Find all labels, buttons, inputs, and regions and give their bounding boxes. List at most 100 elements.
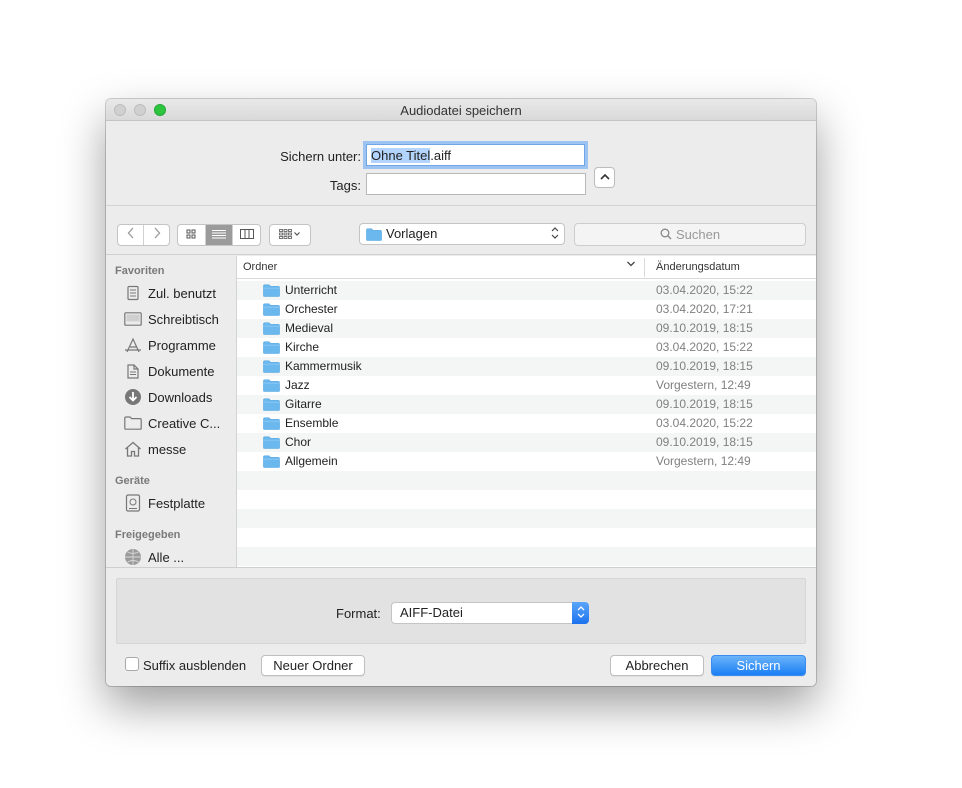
hide-suffix-label[interactable]: Suffix ausblenden xyxy=(143,658,246,673)
folder-date: 03.04.2020, 15:22 xyxy=(656,283,753,297)
location-label: Vorlagen xyxy=(386,226,438,241)
tags-label: Tags: xyxy=(329,178,361,193)
new-folder-button[interactable]: Neuer Ordner xyxy=(261,655,365,676)
sidebar-item-harddisk[interactable]: Festplatte xyxy=(123,492,205,514)
icon-view-button[interactable] xyxy=(178,225,206,245)
recents-icon xyxy=(123,284,143,302)
save-dialog: Audiodatei speichern Sichern unter: Ohne… xyxy=(106,99,816,686)
table-row[interactable]: Gitarre 09.10.2019, 18:15 xyxy=(237,395,816,414)
updown-chevron-icon xyxy=(572,602,589,624)
column-header-name[interactable]: Ordner xyxy=(243,261,277,273)
forward-button[interactable] xyxy=(144,225,169,245)
format-label: Format: xyxy=(336,606,381,621)
collapse-dialog-button[interactable] xyxy=(594,167,615,188)
format-value: AIFF-Datei xyxy=(400,605,463,620)
folder-name: Medieval xyxy=(285,321,334,335)
folder-icon xyxy=(263,322,280,338)
grid-icon xyxy=(186,229,196,239)
sidebar-item-home[interactable]: messe xyxy=(123,438,186,460)
folder-date: Vorgestern, 12:49 xyxy=(656,378,751,392)
bottom-panel: Format: AIFF-Datei Suffix ausblenden Neu… xyxy=(106,567,816,686)
hide-suffix-checkbox[interactable] xyxy=(125,657,139,671)
sidebar-item-applications[interactable]: Programme xyxy=(123,334,216,356)
folder-icon xyxy=(263,436,280,452)
nav-buttons xyxy=(117,224,170,246)
folder-icon xyxy=(263,284,280,300)
back-button[interactable] xyxy=(118,225,144,245)
chevron-right-icon xyxy=(154,227,160,239)
filename-extension: .aiff xyxy=(430,148,451,163)
column-header-date[interactable]: Änderungsdatum xyxy=(656,261,740,273)
table-row[interactable]: Allgemein Vorgestern, 12:49 xyxy=(237,452,816,471)
list-view-button[interactable] xyxy=(205,225,234,245)
folder-name: Ensemble xyxy=(285,416,339,430)
cancel-button[interactable]: Abbrechen xyxy=(610,655,704,676)
table-row[interactable]: Unterricht 03.04.2020, 15:22 xyxy=(237,281,816,300)
table-row[interactable]: Jazz Vorgestern, 12:49 xyxy=(237,376,816,395)
folder-icon xyxy=(263,379,280,395)
column-view-button[interactable] xyxy=(233,225,260,245)
search-icon xyxy=(660,228,672,240)
tags-input[interactable] xyxy=(366,173,586,195)
format-popup[interactable]: AIFF-Datei xyxy=(391,602,589,624)
downloads-icon xyxy=(123,388,143,406)
sidebar-item-documents[interactable]: Dokumente xyxy=(123,360,214,382)
home-icon xyxy=(123,440,143,458)
table-row[interactable]: Ensemble 03.04.2020, 15:22 xyxy=(237,414,816,433)
search-placeholder: Suchen xyxy=(675,227,721,242)
documents-icon xyxy=(123,362,143,380)
chevron-down-icon[interactable] xyxy=(626,260,636,271)
sidebar-item-creative-cloud[interactable]: Creative C... xyxy=(123,412,220,434)
sidebar-item-downloads[interactable]: Downloads xyxy=(123,386,212,408)
harddisk-icon xyxy=(123,494,143,512)
location-popup[interactable]: Vorlagen xyxy=(359,223,565,245)
folder-name: Allgemein xyxy=(285,454,338,468)
folder-icon xyxy=(123,414,143,432)
table-row[interactable]: Chor 09.10.2019, 18:15 xyxy=(237,433,816,452)
folder-icon xyxy=(263,417,280,433)
folder-name: Unterricht xyxy=(285,283,338,297)
browser-toolbar: Vorlagen Suchen xyxy=(106,207,816,255)
folder-date: 09.10.2019, 18:15 xyxy=(656,359,753,373)
folder-date: 09.10.2019, 18:15 xyxy=(656,435,753,449)
sidebar-item-recents[interactable]: Zul. benutzt xyxy=(123,282,216,304)
table-row[interactable]: Kammermusik 09.10.2019, 18:15 xyxy=(237,357,816,376)
column-header: Ordner Änderungsdatum xyxy=(237,256,816,279)
filename-selected-text: Ohne Titel xyxy=(371,148,431,163)
group-by-dropdown[interactable] xyxy=(270,225,310,245)
columns-icon xyxy=(239,229,254,239)
sidebar-item-network[interactable]: Alle ... xyxy=(123,546,184,567)
table-row[interactable]: Orchester 03.04.2020, 17:21 xyxy=(237,300,816,319)
save-button[interactable]: Sichern xyxy=(711,655,806,676)
folder-date: 09.10.2019, 18:15 xyxy=(656,397,753,411)
folder-icon xyxy=(263,455,280,471)
empty-row xyxy=(237,509,816,528)
group-by-button[interactable] xyxy=(269,224,311,246)
list-icon xyxy=(212,230,226,239)
filename-input[interactable]: Ohne Titel.aiff xyxy=(366,144,585,166)
column-divider[interactable] xyxy=(644,258,645,277)
search-field[interactable]: Suchen xyxy=(574,223,806,246)
folder-name: Jazz xyxy=(285,378,310,392)
folder-name: Chor xyxy=(285,435,312,449)
folder-date: 09.10.2019, 18:15 xyxy=(656,321,753,335)
empty-row xyxy=(237,471,816,490)
folder-name: Kirche xyxy=(285,340,320,354)
folder-icon xyxy=(366,228,382,241)
folder-date: 03.04.2020, 15:22 xyxy=(656,340,753,354)
sidebar-item-desktop[interactable]: Schreibtisch xyxy=(123,308,219,330)
titlebar: Audiodatei speichern xyxy=(106,99,816,121)
folder-icon xyxy=(263,360,280,376)
empty-row xyxy=(237,547,816,566)
folder-icon xyxy=(263,341,280,357)
sidebar: Favoriten Zul. benutzt Schreibtisch Prog… xyxy=(106,256,237,567)
sidebar-header-favorites: Favoriten xyxy=(115,265,165,277)
folder-date: 03.04.2020, 15:22 xyxy=(656,416,753,430)
table-row[interactable]: Medieval 09.10.2019, 18:15 xyxy=(237,319,816,338)
chevron-left-icon xyxy=(127,227,133,239)
folder-name: Orchester xyxy=(285,302,338,316)
empty-row xyxy=(237,490,816,509)
folder-name: Kammermusik xyxy=(285,359,362,373)
view-mode-buttons xyxy=(177,224,261,246)
table-row[interactable]: Kirche 03.04.2020, 15:22 xyxy=(237,338,816,357)
